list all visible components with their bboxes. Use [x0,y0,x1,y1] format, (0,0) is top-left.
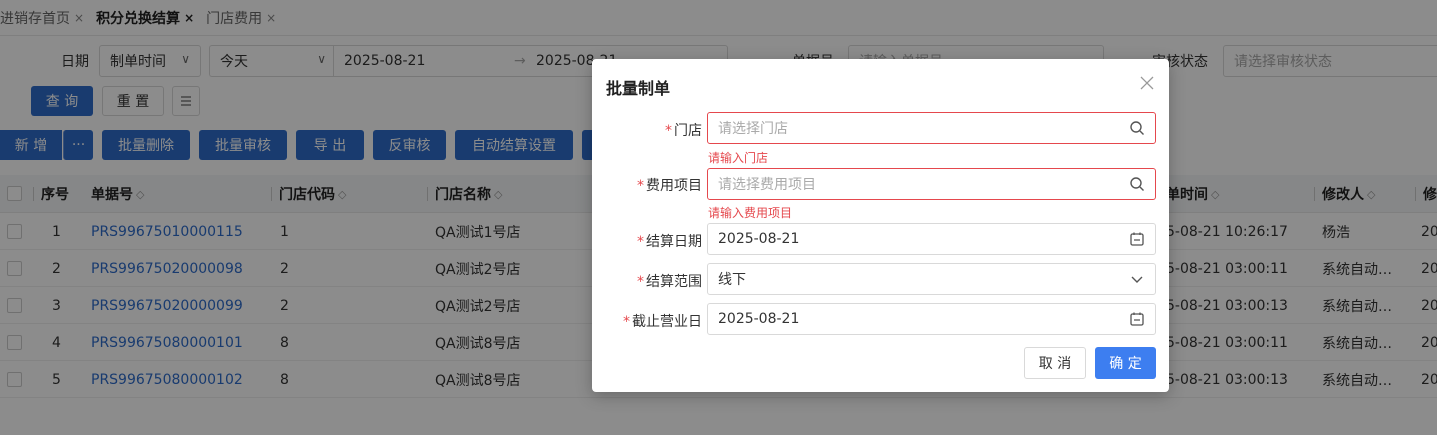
fee-placeholder: 请选择费用项目 [718,177,816,193]
search-icon[interactable] [1129,176,1145,192]
cutoff-label: * 截止营业日 [623,314,702,330]
fee-item-select[interactable]: 请选择费用项目 [707,168,1156,200]
search-icon[interactable] [1129,120,1145,136]
store-error: 请输入门店 [708,151,769,165]
close-icon[interactable] [1137,73,1157,93]
settle-date-label: * 结算日期 [637,234,702,250]
fee-error: 请输入费用项目 [708,206,793,220]
scope-label: * 结算范围 [637,274,702,290]
cancel-button[interactable]: 取 消 [1024,347,1086,379]
store-placeholder: 请选择门店 [718,121,788,137]
scope-select[interactable]: 线下 [707,263,1156,295]
store-label: * 门店 [665,123,702,139]
calendar-icon[interactable] [1129,311,1145,327]
confirm-button[interactable]: 确 定 [1095,347,1156,379]
settle-date-picker[interactable]: 2025-08-21 [707,223,1156,255]
cutoff-date-picker[interactable]: 2025-08-21 [707,303,1156,335]
store-select[interactable]: 请选择门店 [707,112,1156,144]
scope-value: 线下 [718,272,746,288]
calendar-icon[interactable] [1129,231,1145,247]
settle-date-value: 2025-08-21 [718,231,800,247]
batch-create-dialog: 批量制单 * 门店 请选择门店 请输入门店 * 费用项目 请选择费用项目 请输入费用… [592,59,1169,392]
fee-label: * 费用项目 [637,178,702,194]
chevron-down-icon[interactable] [1129,271,1145,287]
dialog-title: 批量制单 [606,79,671,98]
cutoff-date-value: 2025-08-21 [718,311,800,327]
